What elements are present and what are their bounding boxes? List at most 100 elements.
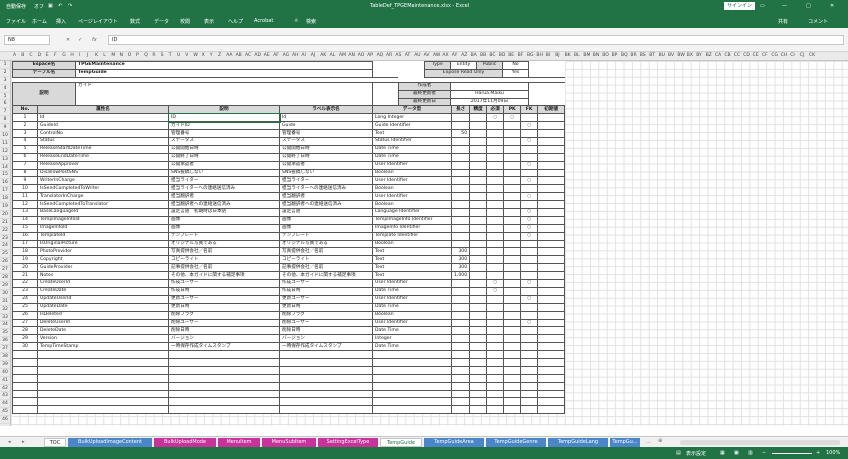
zoom-slider[interactable] bbox=[772, 453, 812, 454]
row-header[interactable]: 42 bbox=[0, 385, 10, 393]
row-header[interactable]: 34 bbox=[0, 321, 10, 330]
empty-cell[interactable] bbox=[520, 381, 539, 391]
cell-name[interactable]: GuideProvider bbox=[37, 263, 169, 273]
cell-fk[interactable]: ○ bbox=[520, 231, 539, 241]
empty-cell[interactable] bbox=[520, 357, 539, 367]
column-header[interactable]: BZ bbox=[706, 53, 712, 58]
cell-len[interactable] bbox=[450, 239, 471, 249]
column-header[interactable]: CB bbox=[724, 53, 730, 58]
tab-help[interactable]: ヘルプ bbox=[228, 18, 243, 25]
cell-init[interactable] bbox=[537, 231, 566, 241]
cell-name[interactable]: IsDeleted bbox=[37, 310, 169, 320]
cell-type[interactable]: Date Time bbox=[372, 286, 452, 296]
formula-input[interactable]: ID bbox=[108, 35, 844, 45]
cell-fk[interactable] bbox=[520, 310, 539, 320]
empty-cell[interactable] bbox=[372, 397, 452, 407]
column-header[interactable]: AB bbox=[236, 53, 242, 58]
cell-len[interactable] bbox=[450, 137, 471, 146]
cell-init[interactable] bbox=[537, 192, 566, 202]
sheet-tab[interactable]: TOC bbox=[44, 438, 66, 447]
cell-dec[interactable] bbox=[469, 121, 488, 131]
cell-init[interactable] bbox=[537, 200, 566, 210]
cell-name[interactable]: Version bbox=[37, 334, 169, 344]
cell-no[interactable]: 11 bbox=[12, 192, 38, 202]
row-header[interactable]: 14 bbox=[0, 164, 10, 172]
cell-label[interactable]: 記事提供会社／名前 bbox=[279, 263, 373, 273]
empty-cell[interactable] bbox=[37, 365, 169, 375]
cell-len[interactable]: 50 bbox=[450, 129, 471, 139]
empty-cell[interactable] bbox=[486, 350, 505, 359]
cell-dec[interactable] bbox=[469, 231, 488, 241]
horizontal-scrollbar[interactable] bbox=[680, 440, 840, 445]
cell-desc[interactable]: 作成ユーザー bbox=[168, 279, 280, 288]
cell-len[interactable] bbox=[450, 326, 471, 336]
cell-init[interactable] bbox=[537, 152, 566, 162]
tab-data[interactable]: データ bbox=[154, 18, 169, 25]
cell-fk[interactable] bbox=[520, 342, 539, 352]
cell-name[interactable]: TempImageInfoId bbox=[37, 215, 169, 225]
tab-review[interactable]: 校閲 bbox=[180, 18, 190, 25]
cell-dec[interactable] bbox=[469, 129, 488, 139]
cell-pk[interactable] bbox=[503, 255, 522, 265]
tab-page-layout[interactable]: ページレイアウト bbox=[78, 18, 118, 25]
cell-type[interactable]: ImageInfo Identifier bbox=[372, 223, 452, 233]
creator-label[interactable]: 作成者 bbox=[398, 81, 451, 91]
cell-init[interactable] bbox=[537, 160, 566, 170]
row-header[interactable]: 5 bbox=[0, 93, 10, 101]
cell-no[interactable]: 23 bbox=[12, 286, 38, 296]
row-header[interactable]: 38 bbox=[0, 353, 10, 361]
cell-dec[interactable] bbox=[469, 137, 488, 146]
cell-label[interactable]: 写真提供会社／名前 bbox=[279, 247, 373, 257]
cell-req[interactable] bbox=[486, 121, 505, 131]
zoom-out-icon[interactable]: − bbox=[762, 450, 766, 456]
column-header[interactable]: AS bbox=[395, 53, 401, 58]
cell-len[interactable]: 1,000 bbox=[450, 271, 471, 281]
column-header[interactable]: AD bbox=[254, 53, 261, 58]
ribbon-display-icon[interactable]: ▭ bbox=[760, 3, 765, 9]
cell-init[interactable] bbox=[537, 326, 566, 336]
empty-cell[interactable] bbox=[279, 405, 373, 415]
function-icon[interactable]: fx bbox=[92, 37, 97, 43]
cell-len[interactable] bbox=[450, 168, 471, 178]
cell-desc[interactable]: ステータス bbox=[168, 137, 280, 146]
cell-init[interactable] bbox=[537, 247, 566, 257]
empty-cell[interactable] bbox=[537, 350, 566, 359]
column-header[interactable]: BR bbox=[630, 53, 636, 58]
empty-cell[interactable] bbox=[486, 389, 505, 399]
empty-cell[interactable] bbox=[37, 397, 169, 407]
column-header[interactable]: G bbox=[62, 53, 66, 58]
cell-label[interactable]: 削除ユーザー bbox=[279, 318, 373, 328]
cell-dec[interactable] bbox=[469, 302, 488, 312]
cell-req[interactable] bbox=[486, 152, 505, 162]
empty-cell[interactable] bbox=[279, 365, 373, 375]
empty-cell[interactable] bbox=[469, 381, 488, 391]
cell-label[interactable]: 削除フラグ bbox=[279, 310, 373, 320]
cell-type[interactable]: User Identifier bbox=[372, 294, 452, 304]
cell-name[interactable]: Notes bbox=[37, 271, 169, 281]
cell-pk[interactable] bbox=[503, 271, 522, 281]
cell-label[interactable]: 設定言語 bbox=[279, 208, 373, 217]
cell-req[interactable] bbox=[486, 334, 505, 344]
column-header[interactable]: CC bbox=[734, 53, 740, 58]
column-header[interactable]: J bbox=[87, 53, 88, 58]
expose-label[interactable]: Expose Read Only bbox=[424, 68, 503, 78]
cell-len[interactable] bbox=[450, 121, 471, 131]
column-header[interactable]: AQ bbox=[377, 53, 384, 58]
empty-cell[interactable] bbox=[372, 381, 452, 391]
cell-label[interactable]: 公開開始日時 bbox=[279, 144, 373, 154]
cell-desc[interactable]: コピーライト bbox=[168, 255, 280, 265]
empty-cell[interactable] bbox=[372, 365, 452, 375]
row-header[interactable]: 4 bbox=[0, 85, 10, 93]
zoom-in-icon[interactable]: + bbox=[816, 450, 820, 456]
row-header[interactable]: 15 bbox=[0, 171, 10, 180]
column-header[interactable]: K bbox=[95, 53, 98, 58]
sheet-tab[interactable]: MenuSubItem bbox=[262, 438, 316, 447]
column-header[interactable]: AT bbox=[405, 53, 410, 58]
column-header[interactable]: CE bbox=[753, 53, 759, 58]
cell-label[interactable]: オリジナル写真である bbox=[279, 239, 373, 249]
cell-fk[interactable] bbox=[520, 302, 539, 312]
cell-len[interactable] bbox=[450, 200, 471, 210]
column-header[interactable]: L bbox=[103, 53, 106, 58]
cell-init[interactable] bbox=[537, 294, 566, 304]
cell-len[interactable] bbox=[450, 302, 471, 312]
